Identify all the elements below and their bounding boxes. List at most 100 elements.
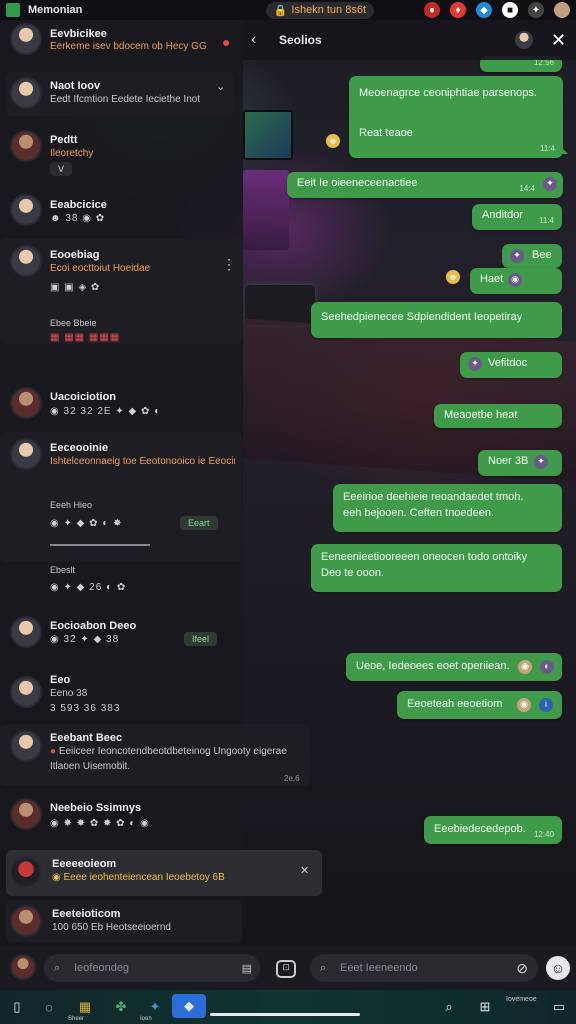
notification-icon[interactable]: ● — [424, 2, 440, 18]
message-time: 14:4 — [519, 184, 535, 194]
chevron-down-icon[interactable]: ⌄ — [216, 80, 225, 93]
message-text: Bee — [532, 249, 552, 261]
list-item[interactable]: Eeeeeoieom ◉ Eeee ieohenteiencean Ieoebe… — [6, 850, 322, 896]
network-icon[interactable]: ✦ — [528, 2, 544, 18]
list-item[interactable]: Eeebant Beec ● Eeiiceer Ieoncotendbeotdb… — [0, 724, 310, 786]
message-time: 11:4 — [539, 216, 554, 226]
timestamp: 2e.6 — [284, 774, 300, 783]
message-text: Eeebiedecedepob. — [434, 823, 526, 835]
message-preview-2: Itlaoen Uisemobit. — [50, 761, 131, 772]
reaction-chip[interactable]: Eeart — [180, 516, 218, 530]
message-text: Eeeirioe deehieie reoandaedet tmoh. — [343, 491, 524, 503]
close-icon[interactable]: ✕ — [300, 864, 309, 877]
list-item[interactable]: Eocioabon Deeo ◉ 32 ✦ ◆ 38 Ifeel — [0, 612, 243, 660]
reaction-row: ◉ ✸ ✸ ✿ ✸ ✿ ◐ ◉ — [50, 818, 150, 829]
attach-icon[interactable]: ⊘ — [516, 960, 528, 977]
folder-icon[interactable]: ▦ — [76, 998, 94, 1016]
list-item[interactable]: Eevbicikee Eerkeme isev bdocem ob Hecy G… — [0, 20, 243, 70]
shield-icon[interactable]: ■ — [502, 2, 518, 18]
message-bubble[interactable]: Anditdor 11:4 — [472, 204, 562, 230]
list-item[interactable]: Eeo Eeno 38 3 593 36 383 — [0, 672, 243, 724]
close-icon[interactable]: ✕ — [551, 30, 566, 51]
search-icon: ⌕ — [320, 961, 327, 974]
list-item[interactable]: Neebeio Ssimnys ◉ ✸ ✸ ✿ ✸ ✿ ◐ ◉ — [0, 796, 243, 842]
more-icon[interactable]: ⋮ — [222, 256, 236, 273]
contact-name: Eevbicikee — [50, 28, 107, 40]
puzzle-icon[interactable]: ✤ — [112, 998, 130, 1016]
back-icon[interactable]: ‹ — [251, 31, 267, 49]
home-indicator[interactable] — [210, 1013, 360, 1016]
message-placeholder: Eeet Ieeneendo — [340, 962, 418, 974]
phone-icon[interactable]: ▯ — [8, 998, 26, 1016]
keyboard-icon[interactable]: ▤ — [242, 962, 252, 975]
avatar[interactable] — [554, 2, 570, 18]
contact-name: Pedtt — [50, 134, 78, 146]
list-item[interactable]: Pedtt Ileoretchy V — [0, 124, 243, 182]
avatar — [10, 438, 42, 470]
message-input[interactable]: ⌕ Eeet Ieeneendo ⊘ — [310, 954, 538, 982]
message-bubble[interactable]: Eeebiedecedepob. 12:40 — [424, 816, 562, 844]
list-item[interactable]: Uacoiciotion ◉ 32 32 2E ✦ ◆ ✿ ◐ — [0, 382, 243, 430]
message-bubble[interactable]: Eeit Ie oieeneceenactiee 14:4 ✦ — [287, 172, 563, 198]
avatar — [10, 23, 42, 55]
app-logo-icon — [6, 3, 20, 17]
status-pill[interactable]: 🔒 Ishekn tun 8s6t — [265, 1, 374, 19]
message-preview: Eeno 38 — [50, 688, 88, 699]
message-bubble[interactable]: Seehedpienecee Sdpiendident Ieopetiray — [311, 302, 562, 338]
message-icon[interactable]: ▭ — [550, 998, 568, 1016]
contact-name: Eeo — [50, 674, 71, 686]
message-preview: Ileoretchy — [50, 148, 94, 159]
list-item[interactable]: Eeabcicice ☻ 38 ◉ ✿ — [0, 190, 243, 236]
game-icon[interactable]: ◆ — [476, 2, 492, 18]
message-preview: Ecoi eocttoiut Hoeidae — [50, 263, 151, 274]
emoji-icon: ✦ — [510, 249, 524, 263]
reaction-row: ◉ ✦ ◆ 26 ◐ ✿ — [50, 582, 127, 593]
bell-icon[interactable]: ♦ — [450, 2, 466, 18]
emoji-icon: ☻ — [326, 134, 340, 148]
reaction-row: ▦ ▦▦ ▦▦▦ — [50, 332, 121, 343]
chat-icon[interactable]: ◌ — [40, 998, 58, 1016]
avatar[interactable] — [10, 954, 36, 980]
message-bubble[interactable]: Haet ◉ — [470, 268, 562, 294]
search-input[interactable]: ⌕ Ieofeondeg ▤ — [44, 954, 260, 982]
message-bubble[interactable]: Meoenagrce ceoniphtiae parsenops. Reat t… — [349, 76, 568, 158]
list-item[interactable]: Eeceooinie Ishtelceonnaeig toe Eeotonooi… — [0, 432, 242, 562]
message-bubble[interactable]: ✦ Vefitdoc — [460, 352, 562, 378]
contact-name: Eooebiag — [50, 249, 100, 261]
reaction-row: 3 593 36 383 — [50, 703, 121, 714]
list-item[interactable]: Eooebiag Ecoi eocttoiut Hoeidae ⋮ ▣ ▣ ◈ … — [0, 238, 242, 344]
message-bubble[interactable]: Eeneenieetiooreeen oneocen todo ontoiky … — [311, 544, 562, 592]
list-item[interactable]: Naot Ioov Eedt Ifcmtion Eedete Ieciethe … — [6, 72, 234, 116]
sub-heading: Eeeh Hieo — [50, 500, 93, 510]
message-bubble[interactable]: Ueoe, Iedeoees eoet operiiean. ◉ ◐ — [346, 653, 562, 681]
reaction-row: ☻ 38 ◉ ✿ — [50, 213, 106, 224]
contact-name: Eeeeeoieom — [52, 858, 117, 870]
avatar[interactable] — [515, 31, 533, 49]
reaction-chip[interactable]: V — [50, 162, 73, 176]
list-item[interactable]: Ebeslt ◉ ✦ ◆ 26 ◐ ✿ — [0, 560, 243, 600]
message-time: 12:40 — [533, 830, 554, 840]
message-text-2: Reat teaoe — [359, 126, 413, 139]
avatar — [10, 856, 42, 888]
grid-icon[interactable]: ⊞ — [476, 998, 494, 1016]
search-icon[interactable]: ⌕ — [440, 998, 458, 1016]
sticker-icon[interactable]: ⊡ — [276, 960, 296, 978]
contact-name: Uacoiciotion — [50, 391, 117, 403]
games-icon[interactable]: ✦ — [146, 998, 164, 1016]
reaction-chip[interactable]: Ifeel — [184, 632, 218, 646]
message-bubble[interactable]: Eeeirioe deehieie reoandaedet tmoh. eeh … — [333, 484, 562, 532]
message-bubble[interactable]: Meaoetbe heat — [434, 404, 562, 428]
message-bubble[interactable]: Noer 3B ✦ — [478, 450, 562, 476]
contact-name: Eeceooinie — [50, 442, 109, 454]
list-item[interactable]: Eeeteioticom 100 650 Eb Heotseeioernd — [6, 900, 242, 942]
active-app-icon[interactable]: ◆ — [172, 994, 206, 1018]
status-bar: Memonian 🔒 Ishekn tun 8s6t ● ♦ ◆ ■ ✦ — [0, 0, 576, 20]
contact-name: Naot Ioov — [50, 80, 101, 92]
search-placeholder: Ieofeondeg — [74, 962, 130, 974]
message-bubble[interactable]: Eeoeteah eeoetiom ◉ i — [397, 691, 562, 719]
message-bubble[interactable]: ✦ Bee — [502, 244, 562, 268]
emoji-icon: ✦ — [534, 455, 548, 469]
emoji-button-icon[interactable]: ☺ — [546, 956, 570, 980]
message-text: Seehedpienecee Sdpiendident Ieopetiray — [321, 311, 523, 323]
background-monitor — [243, 110, 293, 160]
